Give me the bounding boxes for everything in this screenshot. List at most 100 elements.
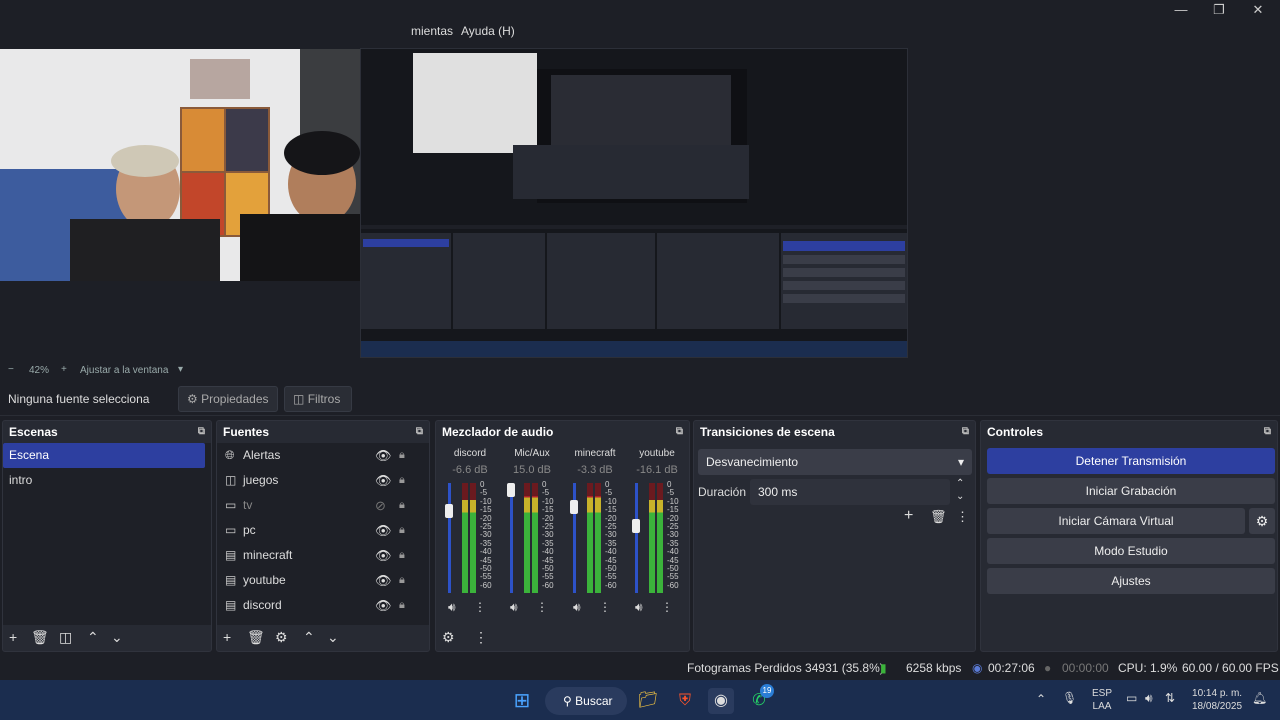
gear-icon[interactable]: ⚙ bbox=[275, 629, 288, 646]
file-explorer-icon[interactable]: 📁︎ bbox=[635, 688, 661, 714]
advanced-audio-icon[interactable]: ⚙ bbox=[442, 629, 455, 646]
move-down-icon[interactable]: ⌄ bbox=[327, 629, 339, 646]
minimize-button[interactable]: — bbox=[1166, 2, 1196, 18]
settings-button[interactable]: Ajustes bbox=[987, 568, 1275, 594]
lock-icon[interactable]: 🔒︎ bbox=[399, 443, 405, 468]
obs-icon[interactable]: ◉ bbox=[708, 688, 734, 714]
add-icon[interactable]: + bbox=[223, 629, 231, 645]
speaker-icon[interactable]: 🔊︎ bbox=[448, 600, 456, 615]
zoom-in-button[interactable]: + bbox=[61, 364, 67, 375]
move-down-icon[interactable]: ⌄ bbox=[111, 629, 123, 646]
menu-help[interactable]: Ayuda (H) bbox=[461, 24, 515, 38]
microphone-icon[interactable]: 🎙︎ bbox=[1062, 691, 1077, 705]
sources-toolbar: + 🗑 ⚙ ⌃ ⌄ bbox=[217, 625, 429, 651]
network-icon[interactable]: ⇅ bbox=[1165, 691, 1175, 705]
studio-mode-button[interactable]: Modo Estudio bbox=[987, 538, 1275, 564]
lock-icon[interactable]: 🔒︎ bbox=[399, 493, 405, 518]
more-options-icon[interactable]: ⋮ bbox=[474, 629, 488, 646]
speaker-icon[interactable]: 🔊︎ bbox=[573, 600, 581, 615]
start-recording-button[interactable]: Iniciar Grabación bbox=[987, 478, 1275, 504]
notification-icon[interactable]: 🔔︎ bbox=[1252, 691, 1267, 705]
properties-button[interactable]: ⚙ Propiedades bbox=[178, 386, 278, 412]
trash-icon[interactable]: 🗑 bbox=[31, 629, 49, 646]
eye-icon[interactable]: 👁︎ bbox=[375, 443, 392, 468]
chevron-down-icon[interactable]: ▾ bbox=[178, 364, 183, 375]
display-icon[interactable]: ▭ bbox=[1126, 691, 1137, 705]
whatsapp-icon[interactable]: ✆ 19 bbox=[746, 684, 774, 714]
more-options-icon[interactable]: ⋮ bbox=[599, 600, 611, 614]
transition-select[interactable]: Desvanecimiento ▾ bbox=[698, 449, 972, 475]
stop-streaming-button[interactable]: Detener Transmisión bbox=[987, 448, 1275, 474]
start-virtual-camera-button[interactable]: Iniciar Cámara Virtual bbox=[987, 508, 1245, 534]
speaker-icon[interactable]: 🔊︎ bbox=[510, 600, 518, 615]
filter-icon[interactable]: ◫ bbox=[59, 629, 72, 646]
move-up-icon[interactable]: ⌃ bbox=[87, 629, 99, 646]
clock[interactable]: 10:14 p. m. 18/08/2025 bbox=[1192, 687, 1242, 713]
maximize-button[interactable]: ❐ bbox=[1204, 2, 1234, 18]
undock-icon[interactable]: ⧉ bbox=[676, 421, 683, 443]
lock-icon[interactable]: 🔒︎ bbox=[399, 543, 405, 568]
undock-icon[interactable]: ⧉ bbox=[198, 421, 205, 443]
level-meter-fill bbox=[532, 483, 538, 497]
source-item[interactable]: ▤ discord 👁︎ 🔒︎ bbox=[217, 593, 429, 618]
more-options-icon[interactable]: ⋮ bbox=[536, 600, 548, 614]
search-box[interactable]: ⚲ Buscar bbox=[545, 687, 627, 715]
duration-input[interactable]: 300 ms bbox=[750, 479, 950, 505]
speaker-icon[interactable]: 🔊︎ bbox=[635, 600, 643, 615]
volume-slider[interactable] bbox=[510, 483, 513, 593]
volume-slider-knob[interactable] bbox=[445, 504, 453, 519]
windows-start-icon[interactable]: ⊞ bbox=[509, 688, 535, 714]
menu-tools[interactable]: mientas bbox=[411, 24, 453, 38]
eye-off-icon[interactable]: ⊘ bbox=[375, 493, 386, 518]
filters-button[interactable]: ◫ Filtros bbox=[284, 386, 352, 412]
source-item[interactable]: ▤ youtube 👁︎ 🔒︎ bbox=[217, 568, 429, 593]
volume-slider[interactable] bbox=[635, 483, 638, 593]
source-item[interactable]: ▭ pc 👁︎ 🔒︎ bbox=[217, 518, 429, 543]
eye-icon[interactable]: 👁︎ bbox=[375, 543, 392, 568]
duration-stepper[interactable]: ⌃ ⌄ bbox=[956, 477, 964, 503]
language-indicator[interactable]: ESP LAA bbox=[1092, 687, 1112, 713]
fit-window-label[interactable]: Ajustar a la ventana bbox=[80, 365, 168, 376]
source-item[interactable]: 🌐︎ Alertas 👁︎ 🔒︎ bbox=[217, 443, 429, 468]
scene-item[interactable]: intro bbox=[3, 468, 211, 493]
source-label: minecraft bbox=[243, 548, 293, 562]
properties-label: Propiedades bbox=[201, 392, 269, 406]
zoom-out-button[interactable]: − bbox=[8, 364, 14, 375]
source-item[interactable]: ▤ minecraft 👁︎ 🔒︎ bbox=[217, 543, 429, 568]
source-item[interactable]: ▭ tv ⊘ 🔒︎ bbox=[217, 493, 429, 518]
volume-slider-knob[interactable] bbox=[507, 483, 515, 497]
add-transition-icon[interactable]: + bbox=[904, 507, 913, 525]
trash-icon[interactable]: 🗑 bbox=[247, 629, 265, 646]
more-options-icon[interactable]: ⋮ bbox=[956, 509, 969, 525]
volume-icon[interactable]: 🔊︎ bbox=[1145, 691, 1153, 706]
preview-canvas[interactable] bbox=[0, 42, 1280, 362]
brave-icon[interactable]: ⛨ bbox=[672, 688, 698, 714]
undock-icon[interactable]: ⧉ bbox=[416, 421, 423, 443]
eye-icon[interactable]: 👁︎ bbox=[375, 518, 392, 543]
undock-icon[interactable]: ⧉ bbox=[1264, 421, 1271, 443]
move-up-icon[interactable]: ⌃ bbox=[303, 629, 315, 646]
controls-dock: Controles ⧉ Detener Transmisión Iniciar G… bbox=[980, 420, 1278, 652]
close-button[interactable]: ✕ bbox=[1243, 2, 1273, 18]
volume-slider-knob[interactable] bbox=[570, 500, 578, 515]
eye-icon[interactable]: 👁︎ bbox=[375, 468, 392, 493]
db-scale: 0 -5 -10 -15 -20 -25 -30 -35 -40 -45 -50 -55 -60 bbox=[480, 480, 492, 590]
trash-icon[interactable]: 🗑 bbox=[930, 509, 947, 525]
lock-icon[interactable]: 🔒︎ bbox=[399, 568, 405, 593]
source-item[interactable]: ◫ juegos 👁︎ 🔒︎ bbox=[217, 468, 429, 493]
lock-icon[interactable]: 🔒︎ bbox=[399, 593, 405, 618]
eye-icon[interactable]: 👁︎ bbox=[375, 568, 392, 593]
virtual-camera-settings-button[interactable]: ⚙ bbox=[1249, 508, 1275, 534]
more-options-icon[interactable]: ⋮ bbox=[474, 600, 486, 614]
lock-icon[interactable]: 🔒︎ bbox=[399, 468, 405, 493]
more-options-icon[interactable]: ⋮ bbox=[661, 600, 673, 614]
scene-item[interactable]: Escena bbox=[3, 443, 205, 468]
undock-icon[interactable]: ⧉ bbox=[962, 421, 969, 443]
tray-chevron-icon[interactable]: ⌃ bbox=[1036, 692, 1046, 706]
eye-icon[interactable]: 👁︎ bbox=[375, 593, 392, 618]
volume-slider[interactable] bbox=[448, 483, 451, 593]
add-icon[interactable]: + bbox=[9, 629, 17, 645]
volume-slider-knob[interactable] bbox=[632, 519, 640, 534]
lock-icon[interactable]: 🔒︎ bbox=[399, 518, 405, 543]
filters-label: Filtros bbox=[307, 392, 341, 406]
